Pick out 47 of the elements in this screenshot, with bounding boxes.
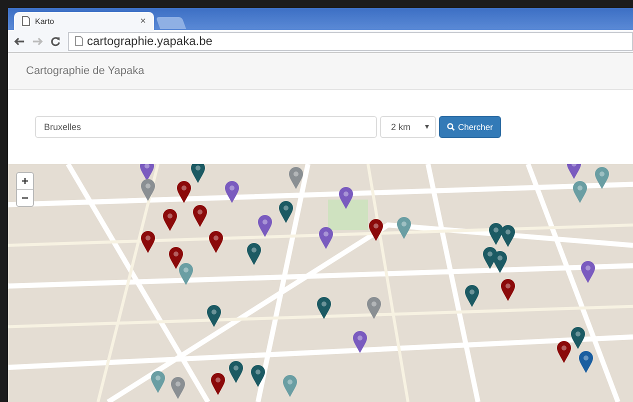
map-pin-icon[interactable] bbox=[246, 242, 262, 266]
caret-icon bbox=[425, 125, 429, 129]
reload-icon[interactable] bbox=[50, 36, 61, 46]
radius-select[interactable]: 2 km bbox=[380, 116, 436, 138]
map-pin-icon[interactable] bbox=[338, 186, 354, 210]
close-tab-button[interactable]: × bbox=[140, 16, 146, 26]
map-pin-icon[interactable] bbox=[316, 296, 332, 320]
map-pin-icon[interactable] bbox=[492, 250, 508, 274]
map-pin-icon[interactable] bbox=[352, 330, 368, 354]
map-pin-icon[interactable] bbox=[570, 326, 586, 350]
back-icon[interactable] bbox=[14, 36, 25, 46]
page-icon bbox=[22, 16, 30, 26]
map-pin-icon[interactable] bbox=[140, 230, 156, 254]
page-icon bbox=[75, 36, 83, 46]
map-pin-icon[interactable] bbox=[464, 284, 480, 308]
tab-title: Karto bbox=[35, 16, 56, 26]
map-pin-icon[interactable] bbox=[139, 164, 155, 182]
address-bar[interactable]: cartographie.yapaka.be bbox=[68, 32, 633, 50]
map-pin-icon[interactable] bbox=[500, 278, 516, 302]
map-pin-icon[interactable] bbox=[500, 224, 516, 248]
location-field[interactable]: Bruxelles bbox=[35, 116, 377, 138]
map-pin-icon[interactable] bbox=[556, 340, 572, 364]
map-pin-icon[interactable] bbox=[482, 246, 498, 270]
search-icon bbox=[447, 123, 455, 131]
map-pin-icon[interactable] bbox=[208, 230, 224, 254]
map-pin-icon[interactable] bbox=[176, 180, 192, 204]
map-pin-icon[interactable] bbox=[162, 208, 178, 232]
map-pin-icon[interactable] bbox=[224, 180, 240, 204]
site-title[interactable]: Cartographie de Yapaka bbox=[26, 65, 144, 77]
map-pin-icon[interactable] bbox=[190, 164, 206, 184]
map-pin-icon[interactable] bbox=[168, 246, 184, 270]
zoom-in-button[interactable]: + bbox=[17, 173, 33, 189]
map-pin-icon[interactable] bbox=[257, 214, 273, 238]
map-pin-icon[interactable] bbox=[250, 364, 266, 388]
search-button[interactable]: Chercher bbox=[439, 116, 501, 138]
map-pin-icon[interactable] bbox=[368, 218, 384, 242]
map-pin-icon[interactable] bbox=[228, 360, 244, 384]
map-pin-icon[interactable] bbox=[278, 200, 294, 224]
map-placeholder[interactable]: + − bbox=[8, 164, 633, 402]
map-pin-icon[interactable] bbox=[580, 260, 596, 284]
browser-tab[interactable]: Karto × bbox=[14, 12, 154, 30]
map-pin-icon[interactable] bbox=[206, 304, 222, 328]
map-pin-icon[interactable] bbox=[210, 372, 226, 396]
map-pin-icon[interactable] bbox=[578, 350, 594, 374]
zoom-out-button[interactable]: − bbox=[17, 189, 33, 206]
map-pin-icon[interactable] bbox=[488, 222, 504, 246]
map-pin-icon[interactable] bbox=[192, 204, 208, 228]
